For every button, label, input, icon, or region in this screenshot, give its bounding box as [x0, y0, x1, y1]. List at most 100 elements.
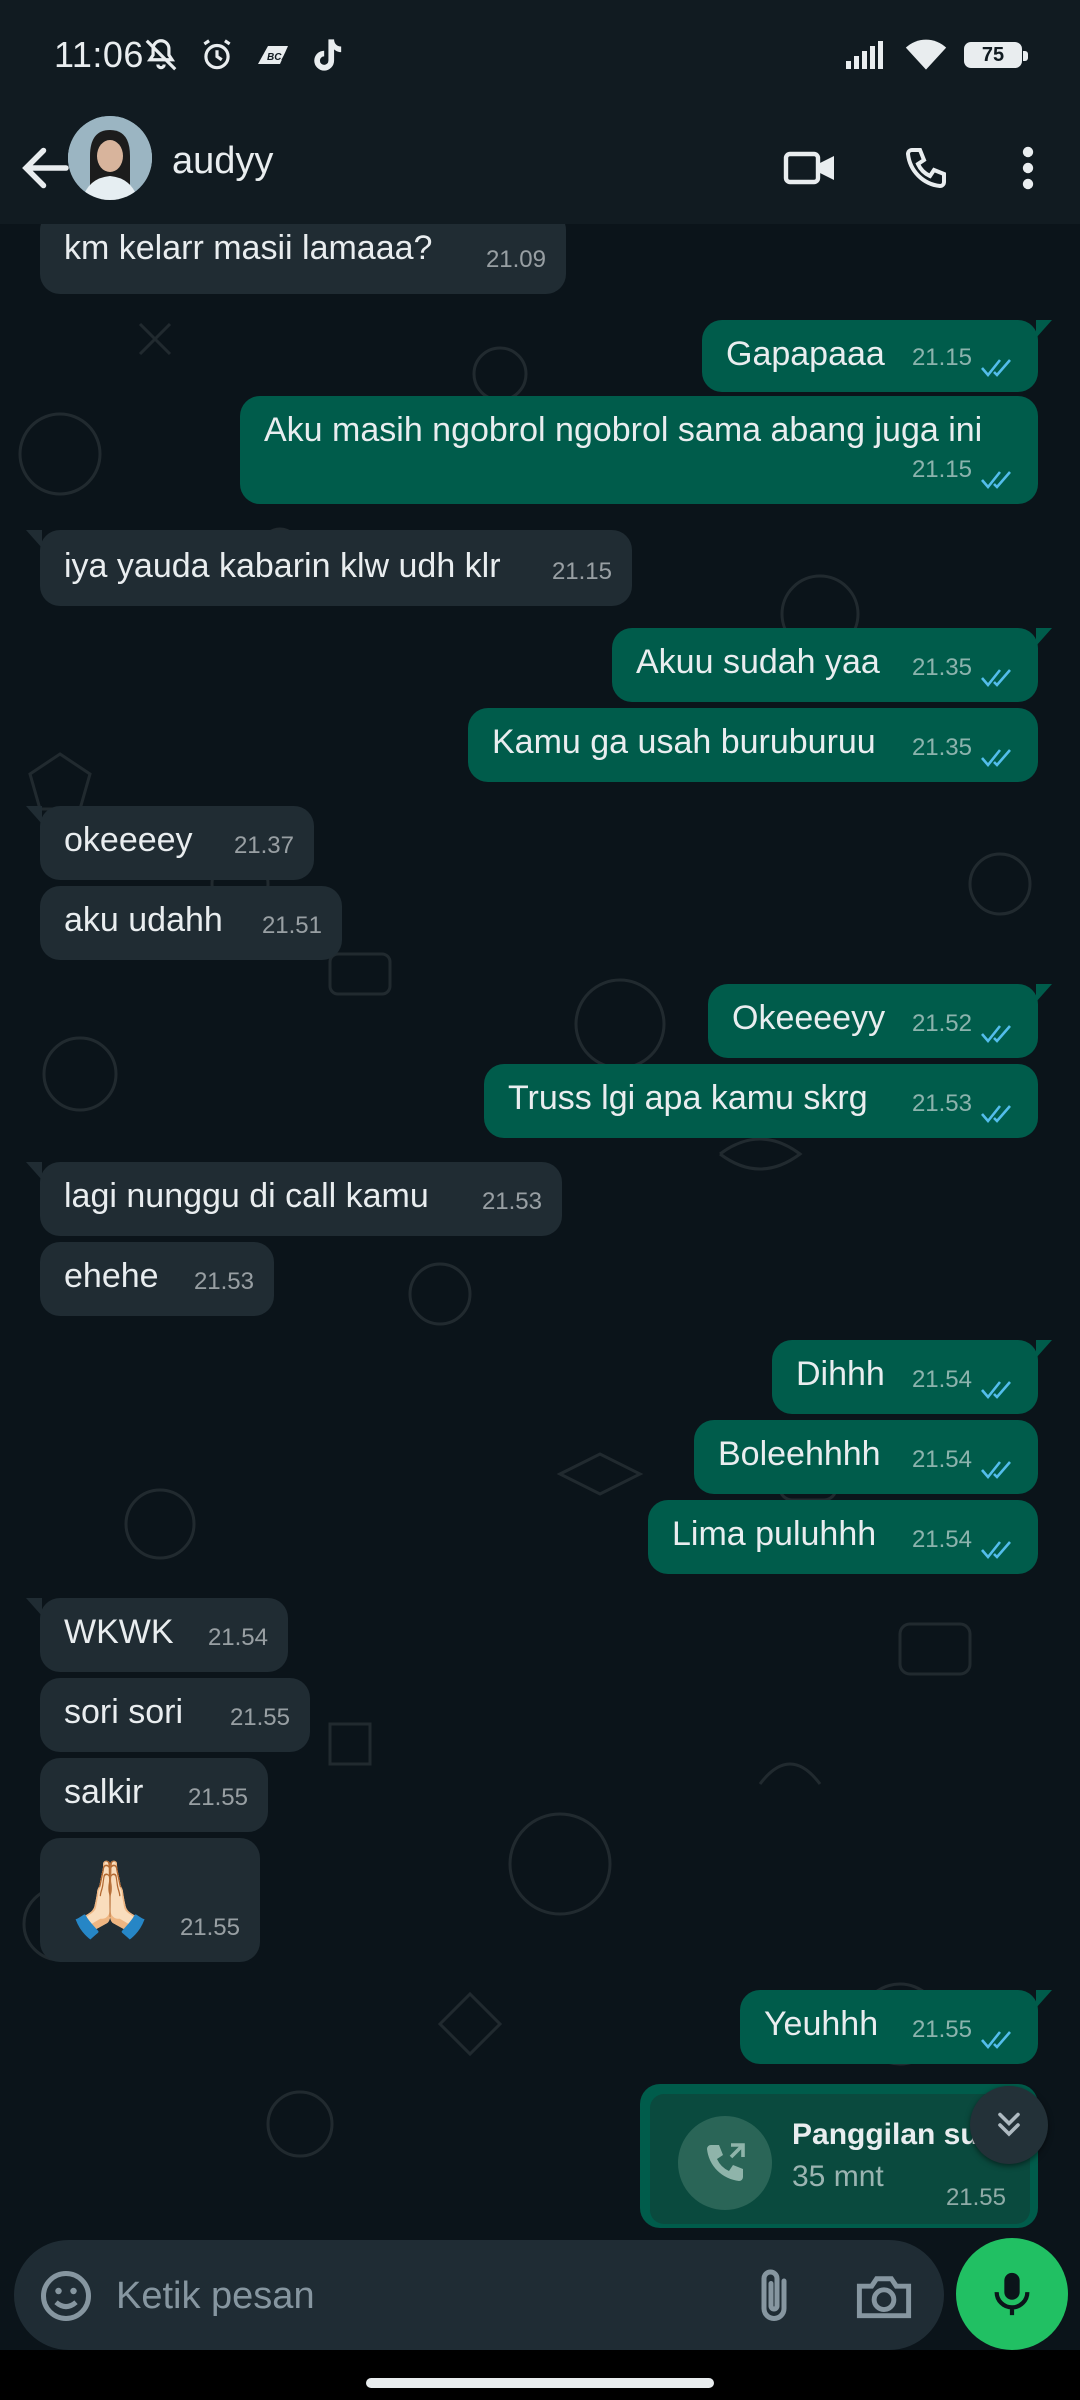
- message-time: 21.55: [911, 2016, 972, 2043]
- message-list[interactable]: km kelarr masii lamaaa? 21.09 Gapapaaa 2…: [0, 224, 1080, 2228]
- alarm-icon: [203, 39, 231, 70]
- message-outgoing[interactable]: Yeuhhh 21.55: [740, 1990, 1052, 2064]
- message-time: 21.35: [911, 654, 972, 681]
- status-notification-icons: BCA: [142, 36, 344, 74]
- more-options-button[interactable]: [996, 136, 1060, 200]
- message-time: 21.53: [911, 1090, 972, 1117]
- home-indicator[interactable]: [366, 2378, 714, 2388]
- camera-icon[interactable]: [852, 2266, 916, 2326]
- scroll-to-bottom-button[interactable]: [970, 2086, 1048, 2164]
- message-incoming[interactable]: salkir 21.55: [40, 1758, 268, 1832]
- message-incoming[interactable]: WKWK 21.54: [26, 1598, 288, 1672]
- paperclip-icon[interactable]: [744, 2266, 804, 2326]
- system-nav-bar: [0, 2350, 1080, 2400]
- message-text: aku udahh: [64, 901, 223, 939]
- message-text: Lima puluhhh: [672, 1515, 877, 1553]
- message-text: ehehe: [64, 1257, 159, 1295]
- message-outgoing[interactable]: Dihhh 21.54: [772, 1340, 1052, 1414]
- message-incoming[interactable]: iya yauda kabarin klw udh klr 21.15: [26, 530, 632, 606]
- message-time: 21.35: [911, 734, 972, 761]
- message-input[interactable]: [114, 2270, 718, 2322]
- message-time: 21.51: [261, 912, 322, 939]
- message-incoming[interactable]: lagi nunggu di call kamu 21.53: [26, 1162, 562, 1236]
- voice-call-button[interactable]: [894, 136, 958, 200]
- message-incoming[interactable]: okeeeey 21.37: [26, 806, 314, 880]
- composer-bar: [0, 2228, 1080, 2350]
- voice-record-button[interactable]: [956, 2238, 1068, 2350]
- message-outgoing[interactable]: Lima puluhhh 21.54: [648, 1500, 1038, 1574]
- message-time: 21.54: [911, 1526, 972, 1553]
- video-camera-icon: [783, 151, 834, 185]
- message-incoming[interactable]: aku udahh 21.51: [40, 886, 342, 960]
- message-time: 21.09: [485, 246, 546, 273]
- message-text: sori sori: [64, 1693, 184, 1731]
- message-text: Gapapaaa: [726, 335, 885, 373]
- praying-hands-emoji: 🙏🏻: [64, 1857, 157, 1940]
- message-time: 21.53: [481, 1188, 542, 1215]
- call-duration: 35 mnt: [792, 2160, 884, 2193]
- read-receipt-icon: [981, 1461, 1011, 1480]
- message-composer[interactable]: [14, 2240, 944, 2350]
- message-time: 21.15: [911, 344, 972, 371]
- message-time: 21.15: [911, 456, 972, 483]
- back-arrow-icon[interactable]: [16, 138, 76, 198]
- message-text: WKWK: [64, 1613, 174, 1651]
- message-time: 21.54: [911, 1446, 972, 1473]
- message-outgoing[interactable]: Okeeeeyy 21.52: [708, 984, 1052, 1058]
- message-text: Okeeeeyy: [732, 999, 886, 1037]
- message-outgoing[interactable]: Kamu ga usah buruburuu 21.35: [468, 708, 1038, 782]
- message-time: 21.55: [187, 1784, 248, 1811]
- message-text: Yeuhhh: [764, 2005, 879, 2043]
- message-outgoing[interactable]: Gapapaaa 21.15: [702, 320, 1052, 392]
- read-receipt-icon: [981, 1381, 1011, 1400]
- message-time: 21.53: [193, 1268, 254, 1295]
- emoji-sticker-icon[interactable]: [36, 2266, 96, 2326]
- avatar-portrait-icon: [68, 116, 152, 200]
- message-time: 21.52: [911, 1010, 972, 1037]
- status-bar: 11:06 BCA 75: [0, 0, 1080, 112]
- message-text: Kamu ga usah buruburuu: [492, 723, 876, 761]
- message-text: salkir: [64, 1773, 144, 1811]
- read-receipt-icon: [981, 1105, 1011, 1124]
- microphone-icon: [994, 2272, 1030, 2316]
- double-chevron-down-icon: [998, 2112, 1020, 2137]
- chat-header: audyy: [0, 112, 1080, 224]
- message-text: Truss lgi apa kamu skrg: [508, 1079, 868, 1117]
- contact-avatar[interactable]: [68, 116, 152, 200]
- message-incoming[interactable]: km kelarr masii lamaaa? 21.09: [40, 224, 566, 294]
- svg-text:BCA: BCA: [267, 52, 289, 63]
- message-text: lagi nunggu di call kamu: [64, 1177, 429, 1215]
- message-outgoing[interactable]: Truss lgi apa kamu skrg 21.53: [484, 1064, 1038, 1138]
- wifi-icon: [905, 39, 947, 70]
- message-text: Akuu sudah yaa: [636, 643, 880, 681]
- status-time: 11:06: [54, 34, 144, 75]
- read-receipt-icon: [981, 359, 1011, 378]
- signal-icon: [846, 41, 883, 69]
- kebab-menu-icon: [1022, 146, 1034, 190]
- outgoing-call-icon: [707, 2143, 745, 2181]
- call-title: Panggilan sua: [792, 2118, 996, 2151]
- read-receipt-icon: [981, 749, 1011, 768]
- message-outgoing[interactable]: Boleehhhh 21.54: [694, 1420, 1038, 1494]
- message-time: 21.55: [179, 1914, 240, 1941]
- read-receipt-icon: [981, 471, 1011, 490]
- video-call-button[interactable]: [778, 136, 842, 200]
- message-time: 21.37: [233, 832, 294, 859]
- message-text: okeeeey: [64, 821, 193, 859]
- message-time: 21.55: [945, 2184, 1006, 2211]
- message-incoming[interactable]: sori sori 21.55: [40, 1678, 310, 1752]
- message-outgoing[interactable]: Akuu sudah yaa 21.35: [612, 628, 1052, 702]
- status-system-icons: 75: [844, 38, 1028, 72]
- call-icon-circle: [678, 2116, 772, 2210]
- read-receipt-icon: [981, 669, 1011, 688]
- message-time: 21.15: [551, 558, 612, 585]
- message-outgoing[interactable]: Aku masih ngobrol ngobrol sama abang jug…: [240, 396, 1038, 504]
- contact-name[interactable]: audyy: [172, 140, 273, 183]
- message-incoming-emoji[interactable]: 🙏🏻 21.55: [40, 1838, 260, 1962]
- battery-indicator: 75: [964, 42, 1028, 68]
- message-time: 21.54: [911, 1366, 972, 1393]
- read-receipt-icon: [981, 1541, 1011, 1560]
- message-time: 21.54: [207, 1624, 268, 1651]
- read-receipt-icon: [981, 2031, 1011, 2050]
- message-incoming[interactable]: ehehe 21.53: [40, 1242, 274, 1316]
